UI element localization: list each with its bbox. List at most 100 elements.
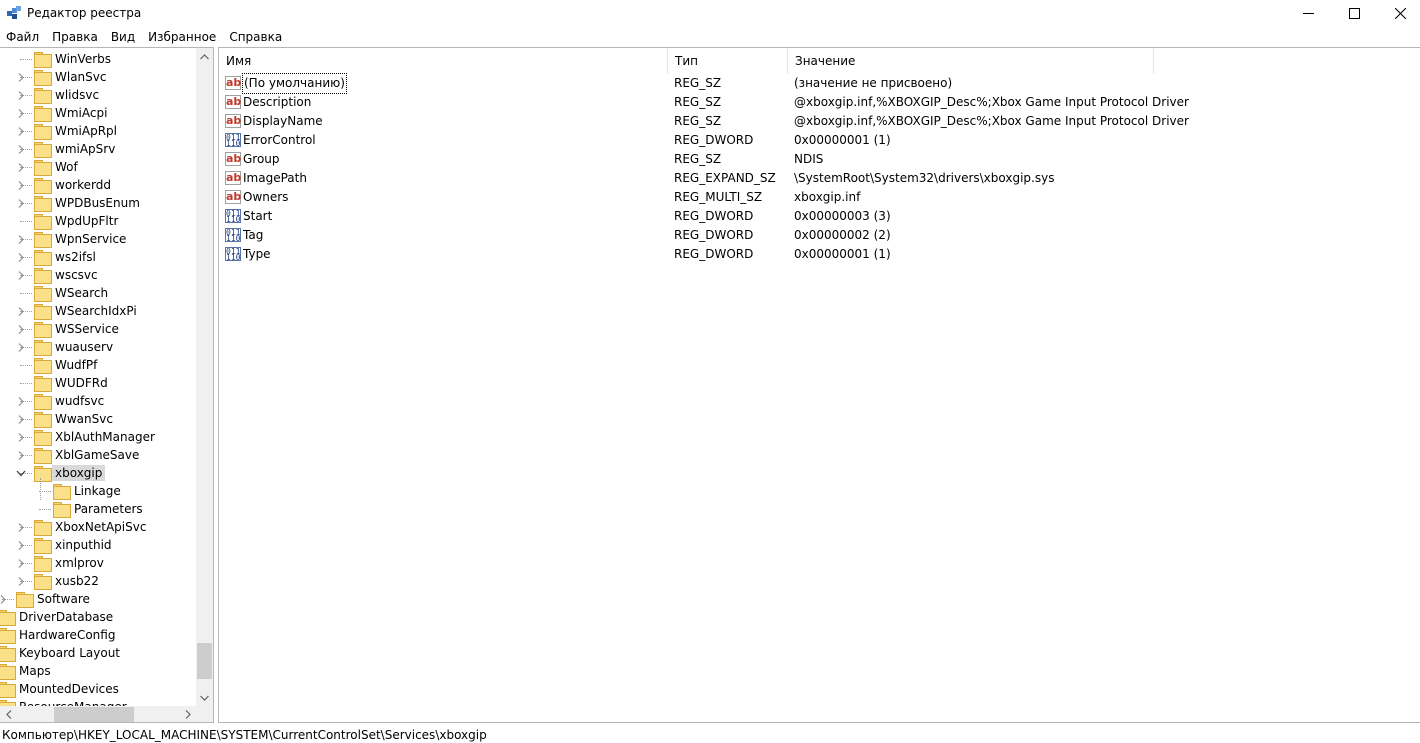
value-type: REG_DWORD [674, 228, 754, 242]
tree-item-software[interactable]: Software [0, 590, 196, 608]
tree-item-wpdupfltr[interactable]: WpdUpFltr [0, 212, 196, 230]
registry-tree[interactable]: WinVerbs WlanSvc wlidsvc WmiAcpi WmiApRpl wmi… [0, 47, 214, 723]
tree-item-wudfrd[interactable]: WUDFRd [0, 374, 196, 392]
tree-item-keyboard-layout[interactable]: Keyboard Layout [0, 644, 196, 662]
tree-item-parameters[interactable]: Parameters [0, 500, 196, 518]
chevron-right-icon[interactable] [16, 162, 26, 172]
chevron-down-icon[interactable] [16, 468, 26, 478]
value-row[interactable]: ab ImagePath REG_EXPAND_SZ \SystemRoot\Syst… [219, 169, 1420, 188]
menu-favorites[interactable]: Избранное [142, 28, 223, 46]
tree-item-ws2ifsl[interactable]: ws2ifsl [0, 248, 196, 266]
value-row[interactable]: ab Owners REG_MULTI_SZ xboxgip.inf [219, 188, 1420, 207]
tree-item-wmiaprpl[interactable]: WmiApRpl [0, 122, 196, 140]
tree-item-driverdatabase[interactable]: DriverDatabase [0, 608, 196, 626]
tree-item-xboxnetapisvc[interactable]: XboxNetApiSvc [0, 518, 196, 536]
tree-vertical-scrollbar[interactable] [196, 48, 213, 706]
tree-horizontal-scroll-thumb[interactable] [54, 707, 134, 722]
menu-help[interactable]: Справка [223, 28, 289, 46]
scroll-right-icon[interactable] [179, 706, 196, 722]
tree-item-xblauthmanager[interactable]: XblAuthManager [0, 428, 196, 446]
value-name: Owners [243, 190, 289, 204]
scroll-up-icon[interactable] [196, 48, 213, 65]
chevron-right-icon[interactable] [16, 540, 26, 550]
tree-connector [40, 478, 41, 500]
chevron-right-icon[interactable] [16, 450, 26, 460]
value-row[interactable]: 011 110 Tag REG_DWORD 0x00000002 (2) [219, 226, 1420, 245]
tree-item-wudfpf[interactable]: WudfPf [0, 356, 196, 374]
tree-item-wsearch[interactable]: WSearch [0, 284, 196, 302]
chevron-right-icon[interactable] [16, 324, 26, 334]
tree-horizontal-scrollbar[interactable] [0, 706, 196, 722]
chevron-right-icon[interactable] [16, 72, 26, 82]
chevron-right-icon[interactable] [16, 306, 26, 316]
minimize-button[interactable] [1285, 0, 1331, 26]
column-header-value[interactable]: Значение [788, 48, 1154, 74]
tree-item-wudfsvc[interactable]: wudfsvc [0, 392, 196, 410]
tree-item-wsservice[interactable]: WSService [0, 320, 196, 338]
column-header-name[interactable]: Имя [219, 48, 668, 74]
chevron-right-icon[interactable] [16, 522, 26, 532]
tree-item-wpnservice[interactable]: WpnService [0, 230, 196, 248]
tree-item-xblgamesave[interactable]: XblGameSave [0, 446, 196, 464]
tree-item-linkage[interactable]: Linkage [0, 482, 196, 500]
chevron-right-icon[interactable] [16, 108, 26, 118]
chevron-right-icon[interactable] [16, 126, 26, 136]
tree-item-xusb22[interactable]: xusb22 [0, 572, 196, 590]
chevron-right-icon[interactable] [16, 180, 26, 190]
value-row[interactable]: 011 110 ErrorControl REG_DWORD 0x00000001 (… [219, 131, 1420, 150]
tree-item-mounteddevices[interactable]: MountedDevices [0, 680, 196, 698]
chevron-right-icon[interactable] [16, 432, 26, 442]
value-row[interactable]: 011 110 Start REG_DWORD 0x00000003 (3) [219, 207, 1420, 226]
tree-vertical-scroll-thumb[interactable] [197, 643, 212, 679]
value-row[interactable]: ab DisplayName REG_SZ @xboxgip.inf,%XBOXGIP… [219, 112, 1420, 131]
tree-item-workerdd[interactable]: workerdd [0, 176, 196, 194]
chevron-right-icon[interactable] [16, 144, 26, 154]
chevron-right-icon[interactable] [16, 414, 26, 424]
tree-item-wuauserv[interactable]: wuauserv [0, 338, 196, 356]
tree-item-xinputhid[interactable]: xinputhid [0, 536, 196, 554]
chevron-right-icon[interactable] [0, 594, 8, 604]
menu-view[interactable]: Вид [105, 28, 142, 46]
tree-item-wlidsvc[interactable]: wlidsvc [0, 86, 196, 104]
tree-item-label: WPDBusEnum [55, 196, 140, 210]
tree-item-wwansvc[interactable]: WwanSvc [0, 410, 196, 428]
tree-item-wlansvc[interactable]: WlanSvc [0, 68, 196, 86]
chevron-right-icon[interactable] [16, 342, 26, 352]
chevron-right-icon[interactable] [16, 90, 26, 100]
menu-edit[interactable]: Правка [46, 28, 105, 46]
tree-item-xmlprov[interactable]: xmlprov [0, 554, 196, 572]
chevron-right-icon[interactable] [16, 576, 26, 586]
column-header-type[interactable]: Тип [668, 48, 788, 74]
scroll-left-icon[interactable] [0, 706, 17, 722]
tree-item-maps[interactable]: Maps [0, 662, 196, 680]
value-row[interactable]: ab Group REG_SZ NDIS [219, 150, 1420, 169]
maximize-button[interactable] [1331, 0, 1377, 26]
close-button[interactable] [1377, 0, 1420, 26]
tree-item-label: wudfsvc [55, 394, 105, 408]
tree-item-wmiapsrv[interactable]: wmiApSrv [0, 140, 196, 158]
tree-item-winverbs[interactable]: WinVerbs [0, 50, 196, 68]
menu-file[interactable]: Файл [0, 28, 46, 46]
string-value-icon: ab [225, 190, 242, 204]
tree-item-label: WinVerbs [55, 52, 112, 66]
tree-item-wscsvc[interactable]: wscsvc [0, 266, 196, 284]
chevron-right-icon[interactable] [16, 198, 26, 208]
tree-item-hardwareconfig[interactable]: HardwareConfig [0, 626, 196, 644]
tree-item-wsearchidxpi[interactable]: WSearchIdxPi [0, 302, 196, 320]
chevron-right-icon[interactable] [16, 252, 26, 262]
chevron-right-icon[interactable] [16, 234, 26, 244]
folder-icon [34, 340, 52, 356]
values-list[interactable]: Имя Тип Значение ab (По умолчанию) REG_SZ(… [218, 47, 1420, 723]
tree-item-xboxgip[interactable]: xboxgip [0, 464, 196, 482]
chevron-right-icon[interactable] [16, 396, 26, 406]
title-bar[interactable]: Редактор реестра [0, 0, 1420, 27]
chevron-right-icon[interactable] [16, 558, 26, 568]
scroll-down-icon[interactable] [196, 689, 213, 706]
tree-item-wpdbusenum[interactable]: WPDBusEnum [0, 194, 196, 212]
value-row[interactable]: 011 110 Type REG_DWORD 0x00000001 (1) [219, 245, 1420, 264]
value-row[interactable]: ab (По умолчанию) REG_SZ (значение не присв… [219, 73, 1420, 94]
value-row[interactable]: ab Description REG_SZ @xboxgip.inf,%XBOXGIP… [219, 93, 1420, 112]
tree-item-wof[interactable]: Wof [0, 158, 196, 176]
chevron-right-icon[interactable] [16, 270, 26, 280]
tree-item-wmiacpi[interactable]: WmiAcpi [0, 104, 196, 122]
